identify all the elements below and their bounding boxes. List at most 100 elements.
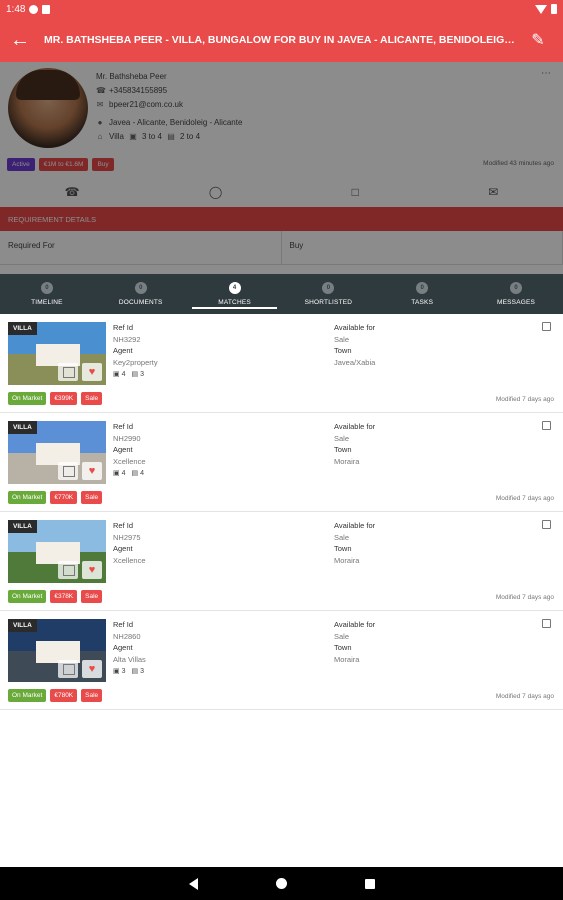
select-checkbox[interactable] xyxy=(542,421,551,430)
baths-value: 3 xyxy=(140,668,144,675)
listing-badges: On Market €780K Sale xyxy=(8,689,103,702)
gallery-icon[interactable] xyxy=(58,660,78,678)
tab-shortlisted[interactable]: 0 SHORTLISTED xyxy=(281,274,375,314)
heart-icon[interactable]: ♥ xyxy=(82,462,102,480)
tab-label: MATCHES xyxy=(218,299,251,306)
listing-details: Ref Id NH2975 Agent Xcellence xyxy=(113,520,146,566)
bath-icon: ▤ xyxy=(131,668,139,675)
bed-icon: ▣ xyxy=(113,371,120,378)
available-label: Available for xyxy=(334,521,376,530)
select-checkbox[interactable] xyxy=(542,322,551,331)
tab-label: TASKS xyxy=(411,299,434,306)
available-label: Available for xyxy=(334,422,376,431)
tab-count: 4 xyxy=(228,282,241,294)
heart-icon[interactable]: ♥ xyxy=(82,363,102,381)
tab-label: SHORTLISTED xyxy=(304,299,353,306)
modified-text: Modified 7 days ago xyxy=(495,495,554,502)
heart-icon[interactable]: ♥ xyxy=(82,561,102,579)
property-photo[interactable]: VILLA ♥ xyxy=(8,520,106,583)
market-badge: On Market xyxy=(8,491,47,504)
tab-count: 0 xyxy=(322,282,335,294)
available-value: Sale xyxy=(334,334,350,344)
battery-icon xyxy=(551,4,557,14)
price-badge: €780K xyxy=(50,689,78,702)
listing-details: Ref Id NH2990 Agent Xcellence ▣ 4 ▤ 4 xyxy=(113,421,146,480)
wifi-icon xyxy=(535,4,547,14)
price-badge: €399K xyxy=(50,392,78,405)
property-type-label: VILLA xyxy=(8,322,37,335)
ref-value: NH2860 xyxy=(113,631,141,641)
back-arrow-icon[interactable]: ← xyxy=(10,29,38,52)
gallery-icon[interactable] xyxy=(58,462,78,480)
system-nav-bar xyxy=(0,867,563,900)
price-badge: €770K xyxy=(50,491,78,504)
ref-label: Ref Id xyxy=(113,422,134,431)
heart-icon[interactable]: ♥ xyxy=(82,660,102,678)
ref-label: Ref Id xyxy=(113,323,134,332)
property-photo[interactable]: VILLA ♥ xyxy=(8,322,106,385)
property-photo[interactable]: VILLA ♥ xyxy=(8,421,106,484)
available-value: Sale xyxy=(334,532,350,542)
listing-availability: Available for Sale Town Moraira xyxy=(334,619,375,665)
tab-matches[interactable]: 4 MATCHES xyxy=(188,274,282,314)
listing-availability: Available for Sale Town Moraira xyxy=(334,421,375,467)
nav-recents-icon[interactable] xyxy=(364,878,375,889)
gallery-icon[interactable] xyxy=(58,363,78,381)
property-type-label: VILLA xyxy=(8,520,37,533)
property-type-label: VILLA xyxy=(8,619,37,632)
tab-count: 0 xyxy=(40,282,53,294)
nav-back-icon[interactable] xyxy=(188,877,198,890)
beds-value: 4 xyxy=(121,371,126,378)
agent-value: Alta Villas xyxy=(113,654,146,664)
town-label: Town xyxy=(334,346,352,355)
tab-count: 0 xyxy=(510,282,523,294)
price-badge: €378K xyxy=(50,590,78,603)
list-item[interactable]: VILLA ♥ Ref Id NH2990 Agent Xcellence ▣ … xyxy=(0,413,563,512)
status-bar: 1:48 xyxy=(0,0,563,18)
ref-label: Ref Id xyxy=(113,620,134,629)
market-badge: On Market xyxy=(8,689,47,702)
bath-icon: ▤ xyxy=(131,470,139,477)
modal-overlay[interactable] xyxy=(0,62,563,274)
listing-badges: On Market €770K Sale xyxy=(8,491,103,504)
tab-documents[interactable]: 0 DOCUMENTS xyxy=(94,274,188,314)
property-photo[interactable]: VILLA ♥ xyxy=(8,619,106,682)
nav-home-icon[interactable] xyxy=(275,878,287,889)
agent-value: Key2property xyxy=(113,357,158,367)
listing-details: Ref Id NH3292 Agent Key2property ▣ 4 ▤ 3 xyxy=(113,322,158,381)
modified-text: Modified 7 days ago xyxy=(495,693,554,700)
agent-label: Agent xyxy=(113,544,133,553)
tab-label: TIMELINE xyxy=(31,299,63,306)
agent-label: Agent xyxy=(113,445,133,454)
property-type-label: VILLA xyxy=(8,421,37,434)
town-value: Moraira xyxy=(334,555,360,565)
available-label: Available for xyxy=(334,620,376,629)
sale-badge: Sale xyxy=(81,491,103,504)
beds-value: 4 xyxy=(121,470,126,477)
town-value: Moraira xyxy=(334,456,360,466)
baths-value: 4 xyxy=(140,470,144,477)
ref-value: NH3292 xyxy=(113,334,141,344)
bed-icon: ▣ xyxy=(113,668,120,675)
agent-label: Agent xyxy=(113,346,133,355)
tab-tasks[interactable]: 0 TASKS xyxy=(375,274,469,314)
tab-label: MESSAGES xyxy=(497,299,536,306)
listing-availability: Available for Sale Town Moraira xyxy=(334,520,375,566)
town-value: Javea/Xabia xyxy=(334,357,376,367)
beds-value: 3 xyxy=(121,668,126,675)
gallery-icon[interactable] xyxy=(58,561,78,579)
market-badge: On Market xyxy=(8,590,47,603)
tab-timeline[interactable]: 0 TIMELINE xyxy=(0,274,94,314)
notification-icon xyxy=(29,4,39,14)
select-checkbox[interactable] xyxy=(542,520,551,529)
listing-badges: On Market €399K Sale xyxy=(8,392,103,405)
list-item[interactable]: VILLA ♥ Ref Id NH2975 Agent Xcellence Av… xyxy=(0,512,563,611)
select-checkbox[interactable] xyxy=(542,619,551,628)
edit-icon[interactable]: ✎ xyxy=(523,30,553,50)
tab-count: 0 xyxy=(134,282,147,294)
listing-availability: Available for Sale Town Javea/Xabia xyxy=(334,322,375,368)
town-label: Town xyxy=(334,544,352,553)
tab-messages[interactable]: 0 MESSAGES xyxy=(469,274,563,314)
list-item[interactable]: VILLA ♥ Ref Id NH3292 Agent Key2property… xyxy=(0,314,563,413)
list-item[interactable]: VILLA ♥ Ref Id NH2860 Agent Alta Villas … xyxy=(0,611,563,710)
